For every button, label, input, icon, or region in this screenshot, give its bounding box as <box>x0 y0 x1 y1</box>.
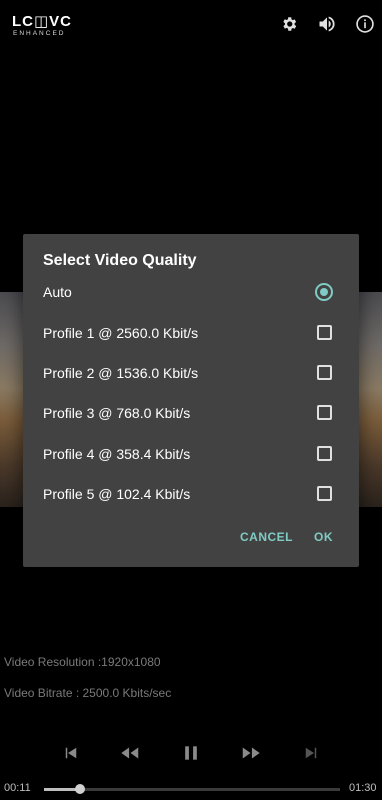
skip-previous-icon[interactable] <box>58 740 84 766</box>
logo-text: LC◫VC <box>12 13 73 30</box>
cancel-button[interactable]: CANCEL <box>240 530 293 544</box>
dialog-title: Select Video Quality <box>43 252 197 269</box>
duration-time: 01:30 <box>349 782 377 794</box>
skip-next-icon[interactable] <box>298 740 324 766</box>
option-profile-3[interactable]: Profile 3 @ 768.0 Kbit/s <box>23 393 359 433</box>
checkbox[interactable] <box>317 325 332 340</box>
option-label: Profile 2 @ 1536.0 Kbit/s <box>43 365 199 381</box>
checkbox[interactable] <box>317 486 332 501</box>
pause-icon[interactable] <box>178 740 204 766</box>
logo-subtitle: ENHANCED <box>13 30 66 37</box>
info-icon[interactable] <box>354 13 376 35</box>
option-label: Profile 4 @ 358.4 Kbit/s <box>43 446 191 462</box>
ok-button[interactable]: OK <box>314 530 333 544</box>
option-profile-4[interactable]: Profile 4 @ 358.4 Kbit/s <box>23 434 359 474</box>
video-bitrate: Video Bitrate : 2500.0 Kbits/sec <box>4 686 172 700</box>
option-profile-2[interactable]: Profile 2 @ 1536.0 Kbit/s <box>23 353 359 393</box>
current-time: 00:11 <box>4 782 31 794</box>
option-label: Profile 5 @ 102.4 Kbit/s <box>43 486 191 502</box>
option-profile-5[interactable]: Profile 5 @ 102.4 Kbit/s <box>23 474 359 514</box>
checkbox[interactable] <box>317 405 332 420</box>
option-auto[interactable]: Auto <box>23 272 359 312</box>
fast-forward-icon[interactable] <box>238 740 264 766</box>
checkbox[interactable] <box>317 365 332 380</box>
seek-bar[interactable] <box>44 784 340 794</box>
radio-selected[interactable] <box>315 283 333 301</box>
option-label: Auto <box>43 284 72 300</box>
checkbox[interactable] <box>317 446 332 461</box>
gear-icon[interactable] <box>278 13 300 35</box>
app-logo: LC◫VC ENHANCED <box>12 14 82 38</box>
option-profile-1[interactable]: Profile 1 @ 2560.0 Kbit/s <box>23 313 359 353</box>
option-label: Profile 1 @ 2560.0 Kbit/s <box>43 325 199 341</box>
rewind-icon[interactable] <box>117 740 143 766</box>
video-quality-dialog: Select Video Quality Auto Profile 1 @ 25… <box>23 234 359 567</box>
seek-thumb[interactable] <box>74 784 85 794</box>
option-label: Profile 3 @ 768.0 Kbit/s <box>43 405 191 421</box>
video-resolution: Video Resolution :1920x1080 <box>4 655 161 669</box>
volume-icon[interactable] <box>316 13 338 35</box>
